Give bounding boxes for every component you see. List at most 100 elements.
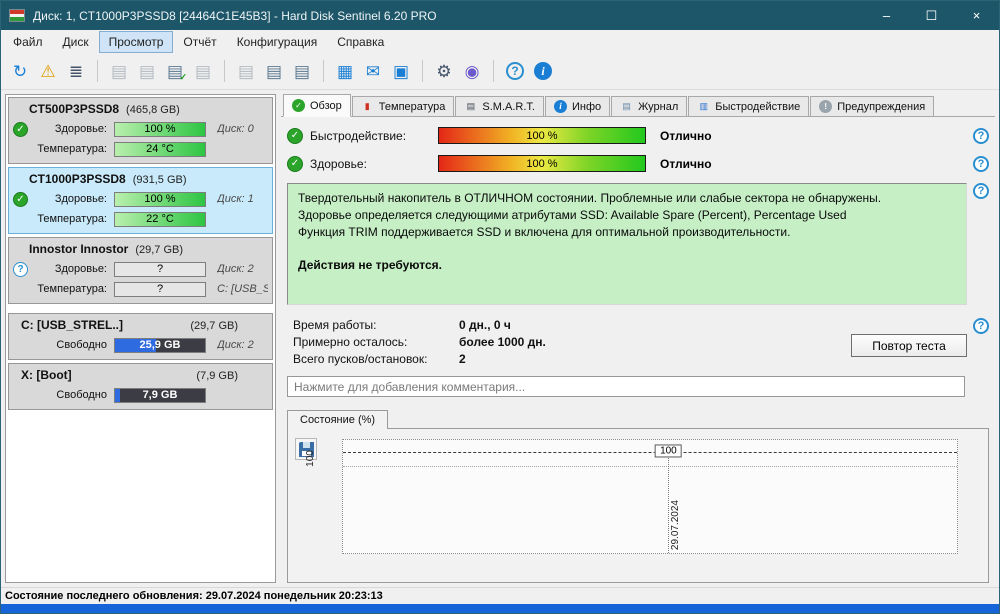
- gear-glyph: ⚙: [436, 61, 452, 81]
- disk-standby-icon: ▤: [233, 58, 259, 84]
- disk-tools-icon[interactable]: ▤: [261, 58, 287, 84]
- partition-card-c[interactable]: C: [USB_STREL..] (29,7 GB) Свободно 25,9…: [8, 313, 273, 360]
- partition-hint: C: [USB_STRE: [217, 283, 268, 295]
- disk-name: Innostor Innostor: [29, 242, 129, 256]
- temperature-value-bar: 24 °C: [114, 141, 206, 157]
- free-space-fill: [115, 388, 121, 402]
- tab-temperature[interactable]: ▮ Температура: [351, 96, 455, 116]
- disk-card-ct1000-selected[interactable]: CT1000P3PSSD8 (931,5 GB) ✓ Здоровье: 100…: [8, 167, 273, 234]
- free-space-value: 7,9 GB: [142, 389, 178, 401]
- send-mail-icon[interactable]: ✉: [360, 58, 386, 84]
- chart-tab-label: Состояние (%): [300, 414, 376, 426]
- tab-label: Обзор: [310, 99, 342, 112]
- disk-name: CT1000P3PSSD8: [29, 172, 126, 186]
- disk-card-header: CT500P3PSSD8 (465,8 GB): [13, 100, 268, 119]
- menu-bar: Файл Диск Просмотр Отчёт Конфигурация Сп…: [1, 30, 999, 53]
- help-icon[interactable]: ?: [502, 58, 528, 84]
- remote-monitor-icon[interactable]: ▣: [388, 58, 414, 84]
- partition-size: (29,7 GB): [190, 320, 238, 332]
- menu-disk[interactable]: Диск: [53, 31, 99, 53]
- alerts-icon: !: [819, 100, 833, 113]
- help-icon[interactable]: ?: [973, 183, 989, 199]
- test-menu-icon[interactable]: ≣: [63, 58, 89, 84]
- sound-glyph: ◉: [464, 61, 480, 81]
- close-button[interactable]: ×: [954, 1, 999, 30]
- stat-estimated-remaining: Примерно осталось: более 1000 дн.: [293, 335, 851, 349]
- help-icon[interactable]: ?: [973, 155, 989, 172]
- menu-report[interactable]: Отчёт: [173, 31, 226, 53]
- tab-bar: ✓ Обзор ▮ Температура ▤ S.M.A.R.T. i Инфо ▤ Ж…: [281, 94, 995, 117]
- health-meter-row: ✓ Здоровье: 100 % Отлично ?: [287, 155, 989, 172]
- status-text-box: Твердотельный накопитель в ОТЛИЧНОМ сост…: [287, 183, 967, 305]
- free-space-bar: 7,9 GB: [114, 387, 206, 403]
- retest-button[interactable]: Повтор теста: [851, 334, 967, 357]
- menu-configuration[interactable]: Конфигурация: [227, 31, 328, 53]
- partition-card-x[interactable]: X: [Boot] (7,9 GB) Свободно 7,9 GB: [8, 363, 273, 410]
- send-mail-glyph: ✉: [365, 61, 381, 81]
- free-space-row: Свободно 25,9 GB Диск: 2: [13, 335, 268, 355]
- disk-accept-icon[interactable]: ▤ ✓: [162, 58, 188, 84]
- tab-info[interactable]: i Инфо: [544, 96, 611, 116]
- tab-label: S.M.A.R.T.: [482, 100, 535, 113]
- menu-view[interactable]: Просмотр: [98, 30, 174, 53]
- tab-overview[interactable]: ✓ Обзор: [283, 94, 351, 117]
- report-notes-icon[interactable]: ▦: [332, 58, 358, 84]
- comment-input[interactable]: [287, 376, 965, 397]
- disk-standby-glyph: ▤: [237, 61, 255, 81]
- taskbar-strip: [1, 604, 999, 613]
- health-value-bar: 100 %: [114, 121, 206, 137]
- performance-meter-row: ✓ Быстродействие: 100 % Отлично ?: [287, 127, 989, 144]
- chart-100-line: [343, 452, 957, 453]
- help-glyph: ?: [506, 62, 524, 80]
- health-value: 100 %: [144, 123, 176, 135]
- temperature-row: Температура: 22 °C: [13, 209, 268, 229]
- status-text-row: Твердотельный накопитель в ОТЛИЧНОМ сост…: [287, 183, 989, 305]
- disk-card-innostor[interactable]: Innostor Innostor (29,7 GB) ? Здоровье: …: [8, 237, 273, 304]
- health-ok-icon: ✓: [13, 191, 28, 207]
- warning-glyph: ⚠: [40, 61, 56, 81]
- icon-spacer: [13, 142, 28, 157]
- tab-performance[interactable]: ▥ Быстродействие: [688, 96, 810, 116]
- health-value-bar: 100 %: [114, 191, 206, 207]
- refresh-icon[interactable]: ↻: [7, 58, 33, 84]
- temperature-value: ?: [156, 283, 164, 295]
- info-icon[interactable]: i: [530, 58, 556, 84]
- journal-icon: ▤: [622, 101, 631, 111]
- chart-x-axis-label: 29.07.2024: [670, 499, 682, 550]
- maximize-button[interactable]: ☐: [909, 1, 954, 30]
- minimize-button[interactable]: –: [864, 1, 909, 30]
- chart-y-axis-label: 100: [304, 450, 316, 467]
- settings-gear-icon[interactable]: ⚙: [431, 58, 457, 84]
- info-circle-icon: i: [553, 100, 567, 113]
- stat-label: Время работы:: [293, 318, 377, 332]
- tab-smart[interactable]: ▤ S.M.A.R.T.: [455, 96, 544, 116]
- content-area: ✓ Обзор ▮ Температура ▤ S.M.A.R.T. i Инфо ▤ Ж…: [281, 94, 995, 583]
- stats-actions: Повтор теста: [851, 318, 967, 357]
- disk-schedule-icon: ▤: [134, 58, 160, 84]
- help-icon[interactable]: ?: [973, 127, 989, 144]
- stat-start-stop-count: Всего пусков/остановок: 2: [293, 352, 851, 366]
- disk-card-ct500[interactable]: CT500P3PSSD8 (465,8 GB) ✓ Здоровье: 100 …: [8, 97, 273, 164]
- help-icon[interactable]: ?: [973, 318, 989, 334]
- tab-log[interactable]: ▤ Журнал: [611, 96, 688, 116]
- partition-name: C: [USB_STREL..]: [21, 318, 123, 332]
- menu-help[interactable]: Справка: [327, 31, 394, 53]
- tab-alerts[interactable]: ! Предупреждения: [810, 96, 935, 116]
- chart-tab-status[interactable]: Состояние (%): [287, 410, 389, 429]
- main-area: CT500P3PSSD8 (465,8 GB) ✓ Здоровье: 100 …: [1, 90, 999, 587]
- disk-drive-icon[interactable]: ▤: [289, 58, 315, 84]
- menu-file[interactable]: Файл: [3, 31, 53, 53]
- temperature-label: Температура:: [37, 143, 107, 155]
- stat-value: 0 дн., 0 ч: [459, 318, 511, 332]
- check-icon: ✓: [287, 127, 303, 144]
- thermometer-icon: ▮: [364, 101, 370, 111]
- tab-label: Предупреждения: [837, 100, 926, 113]
- disk-number: Диск: 1: [217, 193, 254, 205]
- warning-help-icon[interactable]: ⚠: [35, 58, 61, 84]
- chart-gridline: [343, 466, 957, 467]
- disk-remove-glyph: ▤: [194, 61, 212, 81]
- health-bar: 100 %: [438, 155, 646, 172]
- icon-spacer: [13, 388, 28, 403]
- status-line: Функция TRIM поддерживается SSD и включе…: [298, 225, 791, 240]
- sound-alert-icon[interactable]: ◉: [459, 58, 485, 84]
